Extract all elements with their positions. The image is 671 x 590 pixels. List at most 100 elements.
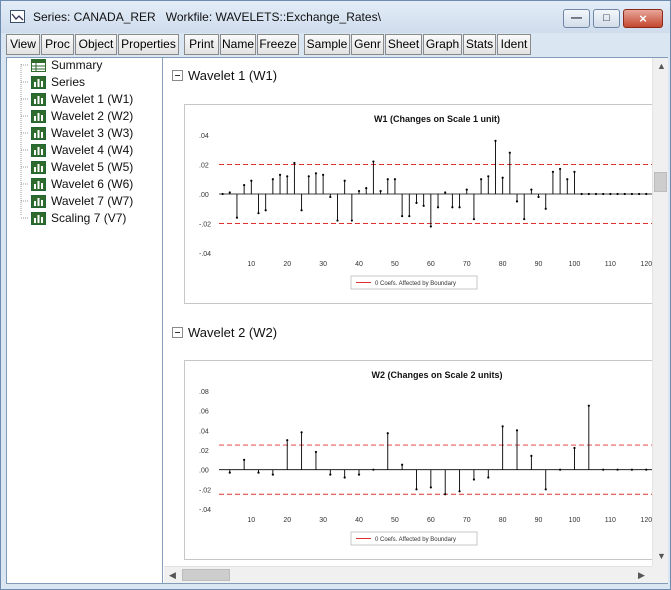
series-icon	[31, 144, 46, 157]
proc-button[interactable]: Proc	[41, 34, 74, 55]
title-bar[interactable]: Series: CANADA_RER Workfile: WAVELETS::E…	[1, 1, 670, 33]
data-point	[515, 429, 519, 432]
data-point	[271, 178, 274, 181]
scroll-right-icon[interactable]: ▶	[638, 570, 645, 581]
data-point	[314, 450, 318, 454]
data-point	[602, 192, 605, 196]
data-point	[300, 209, 303, 212]
data-point	[587, 192, 590, 196]
data-point	[257, 471, 260, 474]
data-point	[616, 468, 619, 471]
vertical-scroll-thumb[interactable]	[654, 172, 667, 192]
data-point	[322, 173, 325, 176]
y-tick-label: .04	[199, 428, 209, 435]
tree-connector	[21, 149, 29, 151]
data-point	[401, 215, 404, 218]
data-point	[487, 476, 490, 479]
table-icon	[31, 59, 46, 72]
data-point	[278, 173, 282, 176]
series-window-icon	[10, 10, 25, 23]
tree-item-label: Wavelet 7 (W7)	[51, 194, 134, 208]
sample-button[interactable]: Sample	[304, 34, 350, 55]
series-icon	[31, 161, 46, 174]
tree-item-label: Summary	[51, 58, 103, 72]
x-tick-label: 60	[427, 517, 435, 524]
scroll-left-icon[interactable]: ◀	[169, 570, 176, 581]
series-icon	[31, 110, 46, 123]
y-tick-label: .02	[199, 448, 209, 455]
data-point	[386, 178, 389, 181]
y-tick-label: .00	[199, 468, 209, 475]
y-tick-label: .00	[199, 192, 209, 199]
chart-w2-svg: W2 (Changes on Scale 2 units) .08 .06 .04 .0…	[199, 370, 652, 546]
section-title-w1: Wavelet 1 (W1)	[188, 68, 278, 83]
scroll-down-icon[interactable]: ▼	[657, 551, 666, 561]
data-point	[264, 209, 267, 212]
genr-button[interactable]: Genr	[351, 34, 384, 55]
data-point	[350, 219, 353, 222]
data-point	[343, 476, 346, 479]
series-window: Series: CANADA_RER Workfile: WAVELETS::E…	[0, 0, 671, 590]
data-point	[286, 175, 289, 178]
chart-w1: W1 (Changes on Scale 1 unit) .04 .02 .00 -.0…	[184, 104, 652, 304]
x-tick-label: 20	[283, 261, 291, 268]
data-point	[243, 458, 246, 461]
section-title-w2: Wavelet 2 (W2)	[188, 325, 278, 340]
object-button[interactable]: Object	[75, 34, 117, 55]
window-title: Series: CANADA_RER Workfile: WAVELETS::E…	[33, 10, 381, 24]
data-point	[415, 488, 418, 491]
tree-item-label: Wavelet 2 (W2)	[51, 109, 134, 123]
stats-button[interactable]: Stats	[463, 34, 496, 55]
data-point	[243, 184, 246, 187]
ident-button[interactable]: Ident	[497, 34, 531, 55]
data-point	[645, 468, 648, 471]
data-point	[257, 212, 260, 215]
properties-button[interactable]: Properties	[118, 34, 179, 55]
sheet-button[interactable]: Sheet	[385, 34, 422, 55]
collapse-toggle-w2[interactable]	[172, 327, 183, 338]
collapse-toggle-w1[interactable]	[172, 70, 183, 81]
data-point	[393, 178, 397, 181]
data-point	[235, 216, 239, 219]
scroll-up-icon[interactable]: ▲	[657, 61, 666, 71]
tree-item-label: Wavelet 3 (W3)	[51, 126, 134, 140]
horizontal-scroll-thumb[interactable]	[182, 569, 230, 581]
maximize-button[interactable]: □	[593, 9, 620, 28]
name-button[interactable]: Name	[220, 34, 256, 55]
graph-button[interactable]: Graph	[423, 34, 462, 55]
view-button[interactable]: View	[6, 34, 40, 55]
tree-connector	[21, 64, 29, 66]
data-point	[530, 188, 533, 191]
x-tick-label: 10	[247, 261, 255, 268]
legend-label: 0 Coefs. Affected by Boundary	[375, 281, 456, 287]
chart-w1-svg: W1 (Changes on Scale 1 unit) .04 .02 .00 -.0…	[199, 114, 652, 290]
minimize-button[interactable]: —	[563, 9, 590, 28]
scroll-corner	[652, 566, 668, 583]
x-tick-label: 70	[463, 261, 471, 268]
data-point	[559, 167, 562, 171]
tree-connector	[21, 200, 29, 202]
data-point	[551, 170, 555, 173]
data-point	[501, 425, 504, 428]
x-tick-label: 110	[605, 261, 616, 268]
close-button[interactable]: ×	[623, 9, 663, 28]
freeze-button[interactable]: Freeze	[257, 34, 299, 55]
data-point	[386, 432, 389, 435]
y-tick-label: .08	[199, 389, 209, 396]
y-tick-label: -.04	[199, 507, 211, 514]
y-tick-label: .04	[199, 133, 209, 140]
data-point	[451, 206, 454, 209]
data-point	[415, 201, 418, 204]
print-button[interactable]: Print	[184, 34, 219, 55]
data-point	[472, 478, 476, 481]
chart-title: W2 (Changes on Scale 2 units)	[371, 370, 502, 380]
series-icon	[31, 178, 46, 191]
data-point	[559, 468, 562, 471]
data-point	[501, 176, 504, 179]
horizontal-scrollbar[interactable]: ◀ ▶	[164, 566, 652, 583]
vertical-scrollbar[interactable]: ▲ ▼	[652, 58, 668, 566]
tree-connector	[21, 132, 29, 134]
x-tick-label: 90	[535, 261, 543, 268]
x-tick-label: 50	[391, 517, 399, 524]
data-point	[300, 431, 303, 434]
